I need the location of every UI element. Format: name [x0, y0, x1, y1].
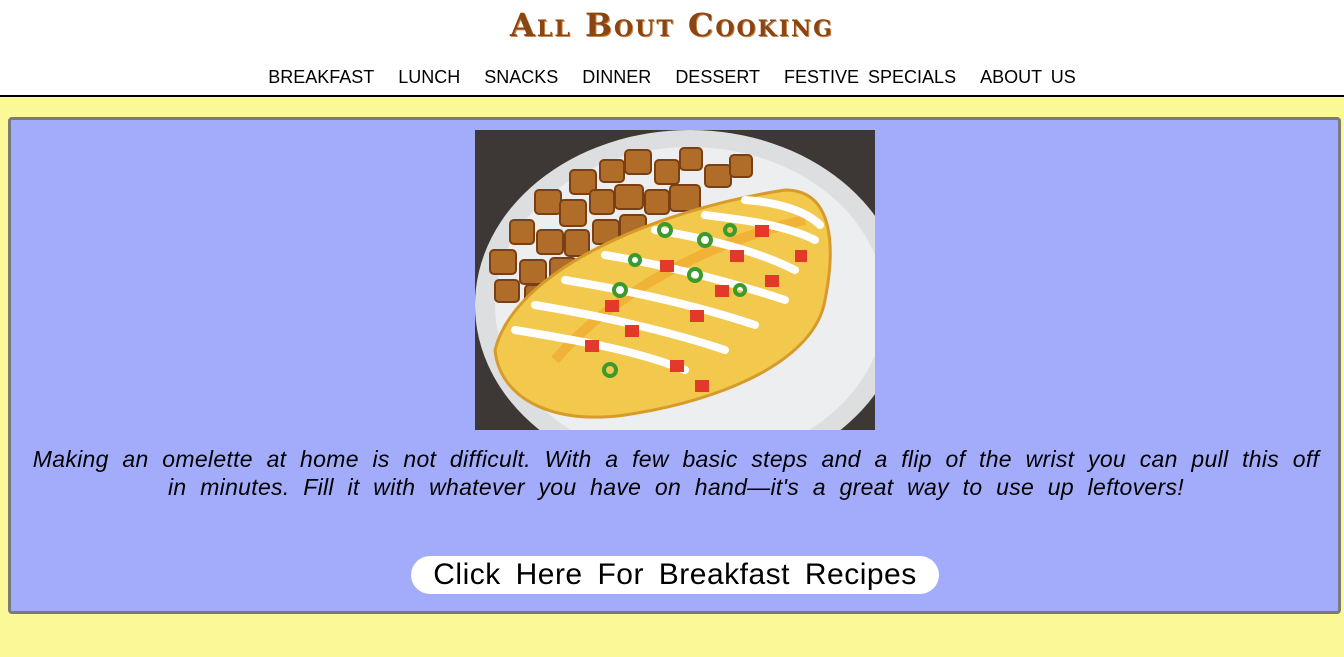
- nav-item-festive-specials[interactable]: FESTIVE SPECIALS: [784, 67, 956, 88]
- nav-item-dessert[interactable]: DESSERT: [675, 67, 760, 88]
- nav-item-about-us[interactable]: ABOUT US: [980, 67, 1076, 88]
- site-header: All Bout Cooking BREAKFAST LUNCH SNACKS …: [0, 0, 1344, 97]
- omelette-photo: [475, 130, 875, 430]
- nav-item-lunch[interactable]: LUNCH: [398, 67, 460, 88]
- omelette-illustration: [475, 130, 875, 430]
- breakfast-card: Making an omelette at home is not diffic…: [8, 117, 1341, 614]
- site-title: All Bout Cooking: [510, 6, 834, 44]
- nav-item-breakfast[interactable]: BREAKFAST: [268, 67, 374, 88]
- page-body: Making an omelette at home is not diffic…: [0, 97, 1344, 657]
- main-nav: BREAKFAST LUNCH SNACKS DINNER DESSERT FE…: [0, 67, 1344, 88]
- nav-item-dinner[interactable]: DINNER: [582, 67, 651, 88]
- nav-item-snacks[interactable]: SNACKS: [484, 67, 558, 88]
- omelette-description: Making an omelette at home is not diffic…: [32, 446, 1320, 500]
- breakfast-recipes-button[interactable]: Click Here For Breakfast Recipes: [411, 556, 939, 594]
